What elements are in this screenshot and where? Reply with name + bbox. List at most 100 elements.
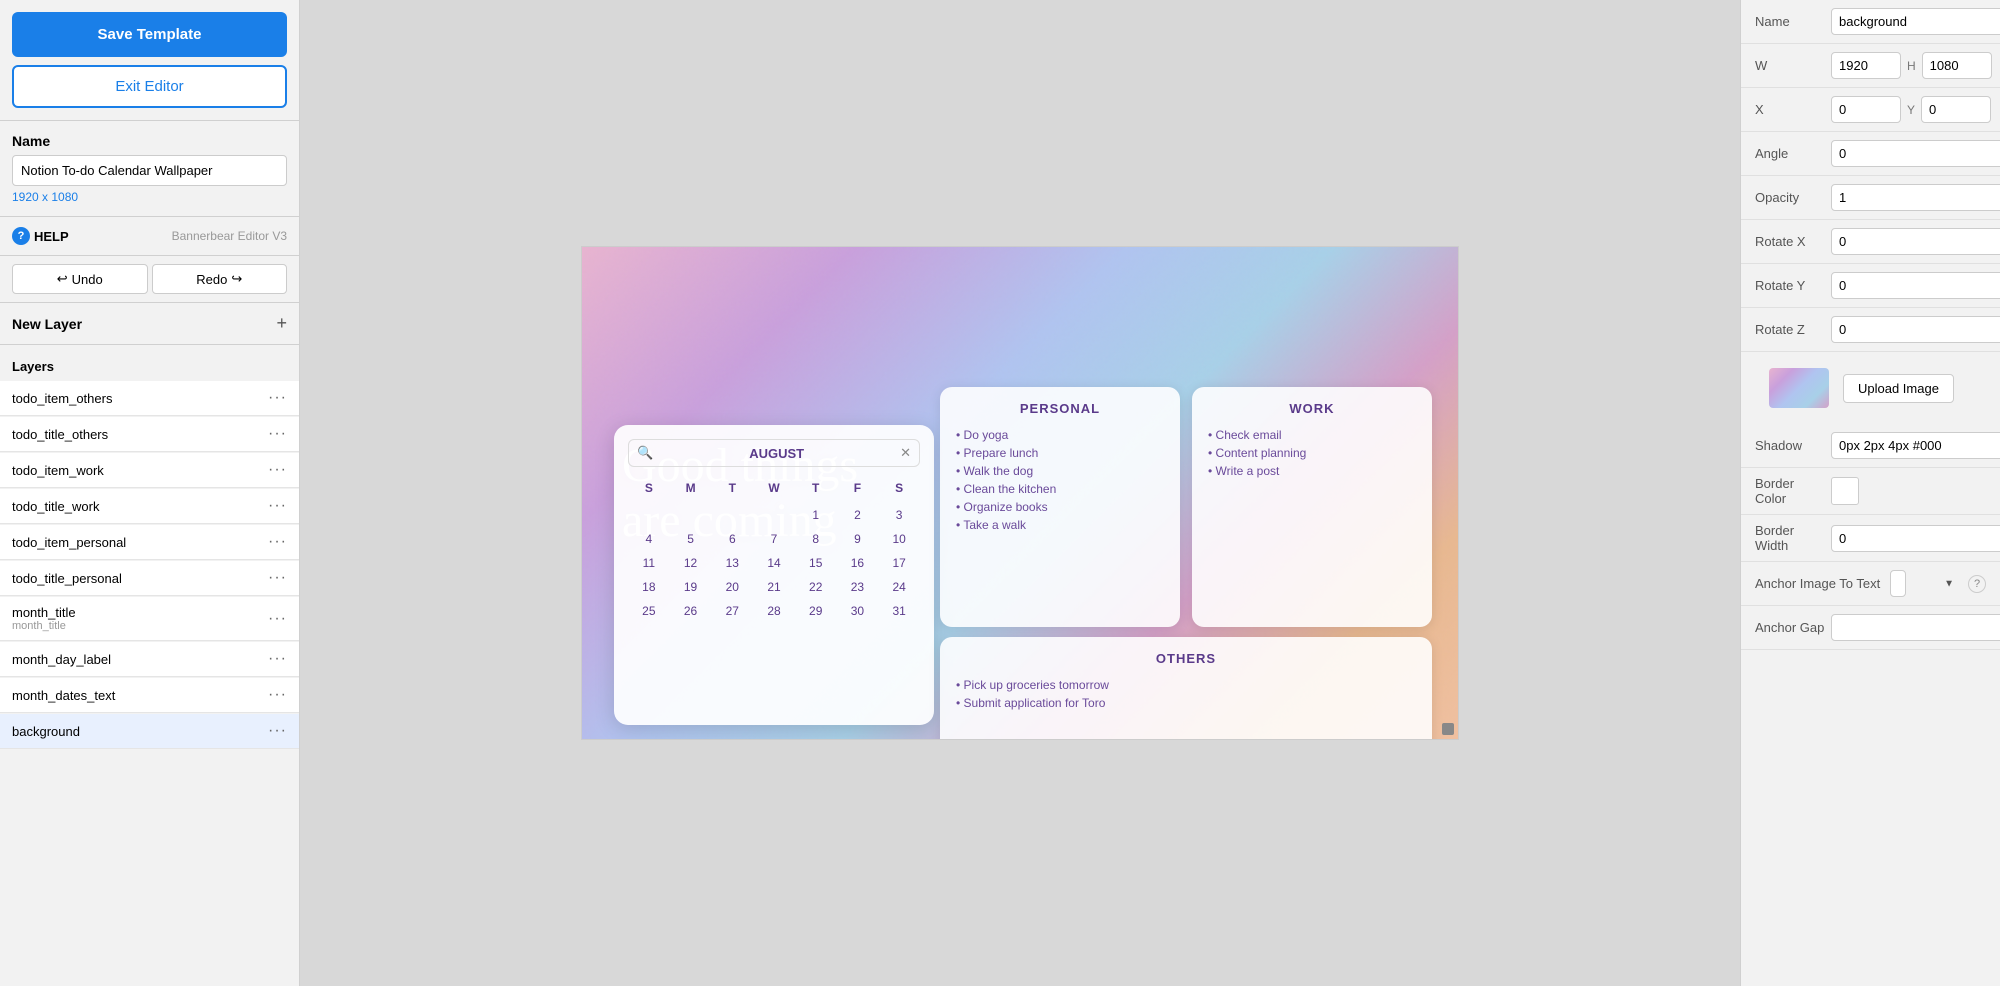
todo-item: Pick up groceries tomorrow <box>956 678 1416 692</box>
calendar-cell[interactable]: 16 <box>837 553 879 573</box>
calendar-cell[interactable]: 28 <box>753 601 795 621</box>
layer-item-todo_title_others[interactable]: todo_title_others ··· <box>0 417 299 452</box>
undo-button[interactable]: ↩ Undo <box>12 264 148 294</box>
calendar-cell[interactable]: 5 <box>670 529 712 549</box>
upload-image-button[interactable]: Upload Image <box>1843 374 1954 403</box>
calendar-cell[interactable]: 15 <box>795 553 837 573</box>
layer-menu-button[interactable]: ··· <box>268 610 287 628</box>
personal-card[interactable]: PERSONAL Do yogaPrepare lunchWalk the do… <box>940 387 1180 627</box>
calendar-cell[interactable] <box>670 505 712 525</box>
layer-menu-button[interactable]: ··· <box>268 533 287 551</box>
shadow-prop-row: Shadow ? <box>1741 424 2000 468</box>
border-color-swatch[interactable] <box>1831 477 1859 505</box>
layer-menu-button[interactable]: ··· <box>268 650 287 668</box>
calendar-row: 18192021222324 <box>628 577 920 597</box>
calendar-cell[interactable] <box>628 505 670 525</box>
cal-close-icon[interactable]: ✕ <box>900 445 911 461</box>
calendar-card[interactable]: 🔍 ✕ SMTWTFS 1234567891011121314151617181… <box>614 425 934 725</box>
calendar-cell[interactable]: 7 <box>753 529 795 549</box>
calendar-row: 25262728293031 <box>628 601 920 621</box>
undo-icon: ↩ <box>57 271 68 287</box>
calendar-row: 11121314151617 <box>628 553 920 573</box>
calendar-cell[interactable]: 24 <box>878 577 920 597</box>
w-input[interactable] <box>1831 52 1901 79</box>
calendar-cell[interactable]: 19 <box>670 577 712 597</box>
calendar-cell[interactable]: 25 <box>628 601 670 621</box>
y-input[interactable] <box>1921 96 1991 123</box>
canvas-frame[interactable]: Good things are coming 🔍 ✕ SMTWTFS 12345… <box>581 246 1459 740</box>
calendar-cell[interactable]: 11 <box>628 553 670 573</box>
anchor-gap-row: Anchor Gap <box>1741 606 2000 650</box>
x-input[interactable] <box>1831 96 1901 123</box>
calendar-cell[interactable]: 23 <box>837 577 879 597</box>
layer-item-todo_item_others[interactable]: todo_item_others ··· <box>0 381 299 416</box>
layer-item-todo_title_work[interactable]: todo_title_work ··· <box>0 489 299 524</box>
calendar-cell[interactable]: 31 <box>878 601 920 621</box>
work-card[interactable]: WORK Check emailContent planningWrite a … <box>1192 387 1432 627</box>
layer-menu-button[interactable]: ··· <box>268 389 287 407</box>
redo-button[interactable]: Redo ↪ <box>152 264 288 294</box>
calendar-cell[interactable]: 26 <box>670 601 712 621</box>
anchor-image-to-text-select[interactable] <box>1890 570 1906 597</box>
add-layer-button[interactable]: + <box>276 313 287 334</box>
layer-menu-button[interactable]: ··· <box>268 722 287 740</box>
layer-item-month_title[interactable]: month_title month_title ··· <box>0 597 299 641</box>
layer-item-month_dates_text[interactable]: month_dates_text ··· <box>0 678 299 713</box>
calendar-cell[interactable]: 18 <box>628 577 670 597</box>
rotatey-input[interactable] <box>1831 272 2000 299</box>
angle-label: Angle <box>1755 146 1825 161</box>
h-input[interactable] <box>1922 52 1992 79</box>
redo-icon: ↪ <box>231 271 242 287</box>
canvas-resize-handle[interactable] <box>1442 723 1454 735</box>
angle-prop-row: Angle <box>1741 132 2000 176</box>
layer-menu-button[interactable]: ··· <box>268 569 287 587</box>
calendar-cell[interactable]: 13 <box>711 553 753 573</box>
layer-item-todo_item_work[interactable]: todo_item_work ··· <box>0 453 299 488</box>
calendar-cell[interactable]: 17 <box>878 553 920 573</box>
anchor-gap-input[interactable] <box>1831 614 2000 641</box>
layer-item-background[interactable]: background ··· <box>0 714 299 749</box>
calendar-cell[interactable] <box>711 505 753 525</box>
calendar-cell[interactable] <box>753 505 795 525</box>
calendar-cell[interactable]: 6 <box>711 529 753 549</box>
shadow-input[interactable] <box>1831 432 2000 459</box>
template-name-input[interactable] <box>12 155 287 186</box>
layer-item-month_day_label[interactable]: month_day_label ··· <box>0 642 299 677</box>
calendar-cell[interactable]: 4 <box>628 529 670 549</box>
others-card[interactable]: OTHERS Pick up groceries tomorrowSubmit … <box>940 637 1432 740</box>
opacity-input[interactable] <box>1831 184 2000 211</box>
calendar-cell[interactable]: 1 <box>795 505 837 525</box>
calendar-cell[interactable]: 10 <box>878 529 920 549</box>
layer-item-todo_item_personal[interactable]: todo_item_personal ··· <box>0 525 299 560</box>
save-template-button[interactable]: Save Template <box>12 12 287 57</box>
anchor-image-info-icon[interactable]: ? <box>1968 575 1986 593</box>
calendar-cell[interactable]: 8 <box>795 529 837 549</box>
calendar-cell[interactable]: 30 <box>837 601 879 621</box>
calendar-month-input[interactable] <box>653 446 900 461</box>
rotatex-input[interactable] <box>1831 228 2000 255</box>
layer-menu-button[interactable]: ··· <box>268 686 287 704</box>
layer-menu-button[interactable]: ··· <box>268 425 287 443</box>
calendar-cell[interactable]: 12 <box>670 553 712 573</box>
calendar-cell[interactable]: 29 <box>795 601 837 621</box>
calendar-cell[interactable]: 22 <box>795 577 837 597</box>
layer-menu-button[interactable]: ··· <box>268 497 287 515</box>
wh-prop-row: W H <box>1741 44 2000 88</box>
calendar-cell[interactable]: 2 <box>837 505 879 525</box>
calendar-cell[interactable]: 21 <box>753 577 795 597</box>
rotatez-input[interactable] <box>1831 316 2000 343</box>
name-prop-label: Name <box>1755 14 1825 29</box>
exit-editor-button[interactable]: Exit Editor <box>12 65 287 108</box>
border-width-input[interactable] <box>1831 525 2000 552</box>
calendar-cell[interactable]: 27 <box>711 601 753 621</box>
calendar-cell[interactable]: 20 <box>711 577 753 597</box>
layer-menu-button[interactable]: ··· <box>268 461 287 479</box>
layer-item-todo_title_personal[interactable]: todo_title_personal ··· <box>0 561 299 596</box>
layer-name: background <box>12 724 80 739</box>
calendar-cell[interactable]: 3 <box>878 505 920 525</box>
name-prop-input[interactable] <box>1831 8 2000 35</box>
calendar-cell[interactable]: 9 <box>837 529 879 549</box>
others-items: Pick up groceries tomorrowSubmit applica… <box>956 678 1416 710</box>
angle-input[interactable] <box>1831 140 2000 167</box>
calendar-cell[interactable]: 14 <box>753 553 795 573</box>
